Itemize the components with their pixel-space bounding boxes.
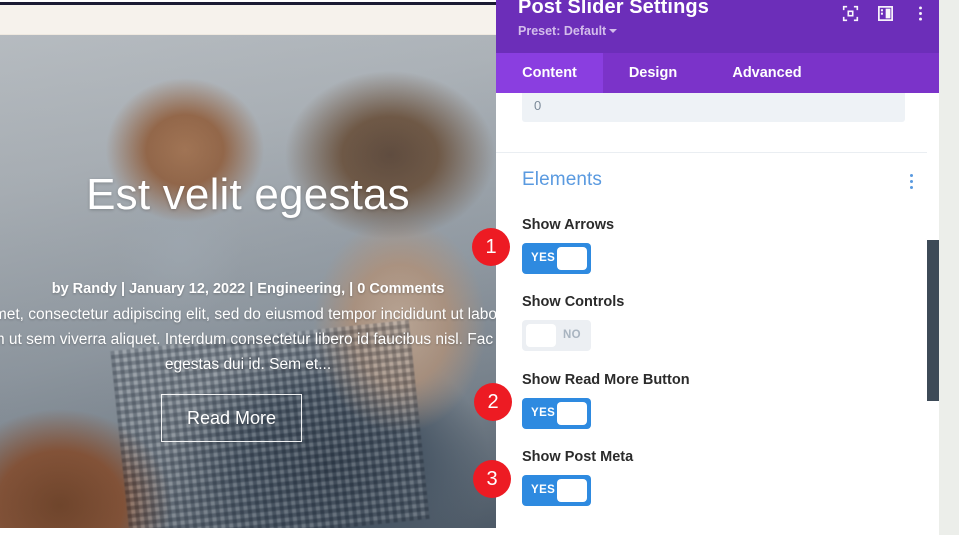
dot <box>910 186 913 189</box>
hero-post-meta: by Randy | January 12, 2022 | Engineerin… <box>51 281 445 297</box>
focus-target-icon[interactable] <box>842 5 859 22</box>
post-slider-settings-panel: Post Slider Settings Preset: Default Con… <box>496 0 939 535</box>
toggle-show-arrows[interactable]: YES <box>522 243 591 274</box>
hero-content: Est velit egestas by Randy | January 12,… <box>0 35 496 528</box>
toggle-show-controls[interactable]: NO <box>522 320 591 351</box>
tab-advanced[interactable]: Advanced <box>703 53 831 93</box>
toggle-knob <box>557 402 587 425</box>
preset-selector[interactable]: Preset: Default <box>518 24 618 38</box>
field-label-show-controls: Show Controls <box>522 294 625 310</box>
toggle-state-label: NO <box>562 329 581 341</box>
hero-post-title: Est velit egestas <box>86 170 410 219</box>
hero-bottom-strip <box>0 528 496 535</box>
more-options-icon[interactable] <box>912 5 929 22</box>
field-label-show-read-more-button: Show Read More Button <box>522 372 690 388</box>
page-gutter <box>939 0 959 535</box>
tab-design[interactable]: Design <box>603 53 703 93</box>
elements-section-header: Elements <box>522 169 914 199</box>
field-label-show-post-meta: Show Post Meta <box>522 449 634 465</box>
section-more-options-icon[interactable] <box>910 174 914 192</box>
preset-label: Preset: Default <box>518 24 607 38</box>
chevron-down-icon <box>609 28 618 33</box>
screenshot-root: Est velit egestas by Randy | January 12,… <box>0 0 959 535</box>
section-title-elements[interactable]: Elements <box>522 169 602 190</box>
site-preview: Est velit egestas by Randy | January 12,… <box>0 0 496 535</box>
settings-tab-bar: Content Design Advanced <box>496 53 939 93</box>
toggle-show-read-more-button[interactable]: YES <box>522 398 591 429</box>
field-show-controls: Show Controls NO <box>522 294 912 351</box>
panel-scrollbar-thumb[interactable] <box>927 240 939 401</box>
field-show-read-more-button: Show Read More Button YES <box>522 372 912 429</box>
section-divider <box>496 152 933 153</box>
tab-content[interactable]: Content <box>496 53 603 93</box>
layout-panel-icon[interactable] <box>877 5 894 22</box>
dot <box>910 174 913 177</box>
dot <box>910 180 913 183</box>
field-show-post-meta: Show Post Meta YES <box>522 449 912 506</box>
panel-title: Post Slider Settings <box>518 0 709 18</box>
toggle-knob <box>526 324 556 347</box>
toggle-knob <box>557 247 587 270</box>
number-input[interactable] <box>522 93 905 122</box>
toggle-knob <box>557 479 587 502</box>
panel-header-icons <box>842 0 929 26</box>
read-more-button[interactable]: Read More <box>161 394 302 442</box>
post-slider-hero: Est velit egestas by Randy | January 12,… <box>0 35 496 528</box>
hero-post-excerpt: amet, consectetur adipiscing elit, sed d… <box>0 306 496 374</box>
field-show-arrows: Show Arrows YES <box>522 217 912 274</box>
toggle-state-label: YES <box>531 407 556 419</box>
field-label-show-arrows: Show Arrows <box>522 217 615 233</box>
panel-body: Elements Show Arrows YES Show Controls N… <box>496 93 939 535</box>
toggle-state-label: YES <box>531 252 556 264</box>
annotation-badge-2: 2 <box>474 383 512 421</box>
site-header-bar <box>0 5 496 35</box>
panel-header: Post Slider Settings Preset: Default <box>496 0 939 53</box>
toggle-show-post-meta[interactable]: YES <box>522 475 591 506</box>
annotation-badge-3: 3 <box>473 460 511 498</box>
annotation-badge-1: 1 <box>472 228 510 266</box>
toggle-state-label: YES <box>531 484 556 496</box>
